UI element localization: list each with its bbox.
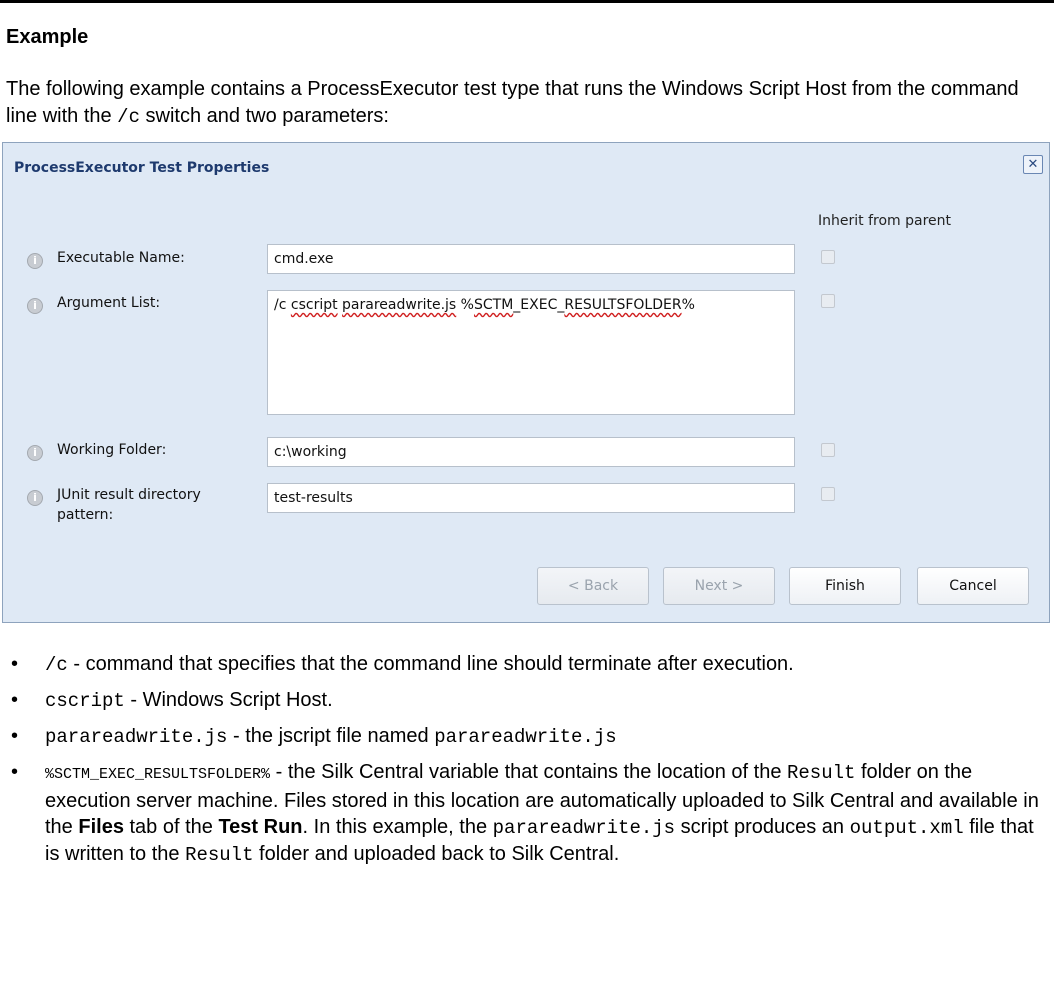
working-folder-input[interactable]: c:\working [267, 437, 795, 467]
bullet-code: parareadwrite.js [45, 726, 228, 748]
info-icon: i [27, 445, 43, 461]
bullet-code: cscript [45, 690, 125, 712]
bullet-marker: • [11, 653, 19, 675]
info-icon: i [27, 490, 43, 506]
working-folder-label: Working Folder: [57, 442, 167, 458]
bullet-text: - the jscript file named [227, 725, 435, 747]
bullet-text: - Windows Script Host. [124, 689, 333, 711]
arg-part-misspelled: parareadwrite.js [342, 297, 457, 313]
intro-text-2: switch and two parameters: [139, 105, 389, 127]
bullet-code: %SCTM_EXEC_RESULTSFOLDER% [45, 766, 271, 783]
bullet-marker: • [11, 761, 19, 783]
arg-part-misspelled: cscript [290, 297, 338, 313]
arg-part: % [456, 297, 474, 313]
bullet-marker: • [11, 689, 19, 711]
executable-name-inherit-checkbox[interactable] [821, 250, 835, 264]
bullet-code: parareadwrite.js [492, 817, 676, 839]
bullet-marker: • [11, 725, 19, 747]
arg-part-misspelled: SCTM [473, 297, 514, 313]
list-item: • /c - command that specifies that the co… [6, 651, 1050, 678]
dialog-title: ProcessExecutor Test Properties [14, 160, 270, 176]
junit-result-pattern-label: JUnit result directory pattern: [57, 487, 201, 523]
list-item: • cscript - Windows Script Host. [6, 687, 1050, 714]
argument-list-textarea[interactable]: /c cscript parareadwrite.js %SCTM_EXEC_R… [267, 290, 795, 415]
bullet-text: folder and uploaded back to Silk Central… [253, 843, 620, 865]
top-rule [0, 0, 1054, 3]
arg-part: % [681, 297, 695, 313]
bullet-bold: Files [78, 816, 124, 838]
info-icon: i [27, 298, 43, 314]
arg-part: /c [274, 297, 291, 313]
bullet-bold: Test Run [218, 816, 303, 838]
bullet-code: /c [45, 654, 68, 676]
intro-paragraph: The following example contains a Process… [6, 76, 1046, 131]
bullet-text: - command that specifies that the comman… [67, 653, 794, 675]
bullet-text: tab of the [123, 816, 219, 838]
junit-result-pattern-inherit-checkbox[interactable] [821, 487, 835, 501]
bullet-code: output.xml [849, 817, 964, 839]
inherit-from-parent-header: Inherit from parent [818, 213, 951, 229]
info-icon: i [27, 253, 43, 269]
argument-list-label: Argument List: [57, 295, 161, 311]
executable-name-label: Executable Name: [57, 250, 185, 266]
working-folder-inherit-checkbox[interactable] [821, 443, 835, 457]
arg-part: _EXEC_ [513, 297, 565, 313]
finish-button[interactable]: Finish [789, 567, 901, 605]
back-button[interactable]: < Back [537, 567, 649, 605]
bullet-text: . In this example, the [302, 816, 493, 838]
process-executor-dialog: ProcessExecutor Test Properties ✕ Inheri… [2, 142, 1050, 623]
bullet-code: Result [185, 844, 254, 866]
cancel-button[interactable]: Cancel [917, 567, 1029, 605]
bullet-text: script produces an [675, 816, 850, 838]
list-item: • parareadwrite.js - the jscript file nam… [6, 723, 1050, 750]
argument-list-inherit-checkbox[interactable] [821, 294, 835, 308]
intro-code: /c [117, 106, 140, 128]
next-button[interactable]: Next > [663, 567, 775, 605]
bullet-code: parareadwrite.js [434, 726, 617, 748]
bullet-list: • /c - command that specifies that the co… [6, 651, 1050, 877]
list-item: • %SCTM_EXEC_RESULTSFOLDER% - the Silk Ce… [6, 759, 1050, 868]
bullet-text: - the Silk Central variable that contain… [270, 761, 787, 783]
executable-name-input[interactable]: cmd.exe [267, 244, 795, 274]
section-heading: Example [6, 26, 89, 48]
close-icon[interactable]: ✕ [1023, 155, 1043, 174]
bullet-code: Result [787, 762, 856, 784]
junit-result-pattern-input[interactable]: test-results [267, 483, 795, 513]
arg-part-misspelled: RESULTSFOLDER [564, 297, 682, 313]
